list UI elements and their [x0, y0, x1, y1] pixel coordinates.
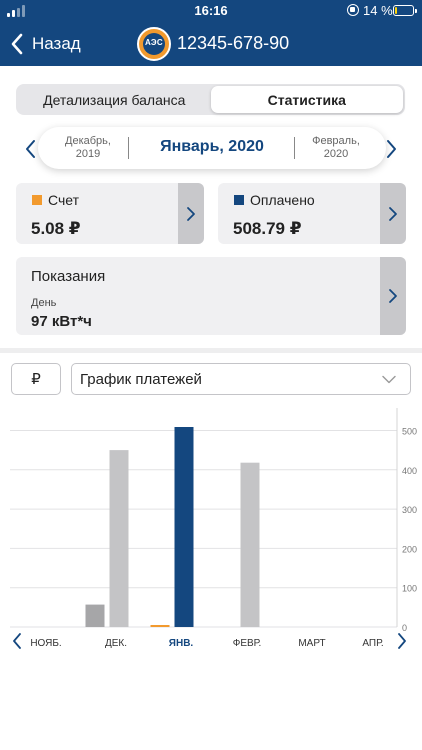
- paid-arrow: [380, 183, 406, 244]
- chart-type-select[interactable]: График платежей: [71, 363, 411, 395]
- bar: [109, 450, 129, 627]
- next-month-name: Февраль,: [312, 135, 360, 147]
- x-tick-label: ДЕК.: [105, 638, 127, 649]
- tab-balance-details[interactable]: Детализация баланса: [18, 86, 211, 113]
- battery-icon: [393, 5, 417, 16]
- bill-arrow: [178, 183, 204, 244]
- month-divider: [128, 137, 129, 159]
- chevron-down-icon: [382, 375, 396, 384]
- battery-level: [395, 7, 398, 14]
- chevron-right-icon: [187, 206, 195, 221]
- readings-card[interactable]: Показания День 97 кВт*ч: [16, 257, 406, 335]
- chevron-right-icon: [389, 206, 397, 221]
- tab-label: Детализация баланса: [43, 91, 186, 108]
- chart-next-chevron-icon[interactable]: [398, 633, 406, 649]
- orientation-lock-icon: [347, 4, 359, 16]
- bar: [85, 604, 105, 627]
- readings-title: Показания: [31, 268, 106, 285]
- x-tick-label: ЯНВ.: [169, 638, 194, 649]
- previous-month-name: Декабрь,: [65, 135, 111, 147]
- x-tick-label: НОЯБ.: [30, 638, 61, 649]
- currency-symbol: ₽: [31, 371, 41, 388]
- y-tick-label: 400: [402, 466, 417, 476]
- y-tick-label: 200: [402, 544, 417, 554]
- paid-label: Оплачено: [250, 192, 315, 208]
- paid-amount: 508.79 ₽: [233, 219, 302, 238]
- account-number: 12345-678-90: [177, 33, 290, 53]
- currency-button[interactable]: ₽: [11, 363, 61, 395]
- y-tick-label: 0: [402, 623, 407, 633]
- section-divider: [0, 348, 422, 353]
- x-tick-label: МАРТ: [298, 638, 325, 649]
- bill-amount: 5.08 ₽: [31, 219, 81, 238]
- previous-month-year: 2019: [75, 148, 101, 160]
- bar: [174, 427, 194, 627]
- chevron-right-icon: [387, 140, 396, 158]
- chart-type-value: График платежей: [80, 371, 202, 388]
- bill-card[interactable]: Счет 5.08 ₽: [16, 183, 204, 244]
- next-month-year: 2020: [323, 148, 349, 160]
- chevron-left-icon: [26, 140, 35, 158]
- bar: [240, 462, 260, 627]
- paid-color-marker: [234, 195, 244, 205]
- tab-bar: Детализация баланса Статистика: [16, 84, 405, 115]
- y-tick-label: 500: [402, 426, 417, 436]
- payments-chart: 0 100 200 300 400 500 НОЯБ. ДЕК. ЯНВ. ФЕВР. МАРТ АП…: [0, 400, 422, 660]
- tab-label: Статистика: [267, 91, 346, 108]
- bill-label: Счет: [48, 192, 79, 208]
- previous-month[interactable]: Декабрь, 2019: [38, 135, 138, 161]
- readings-value: 97 кВт*ч: [31, 313, 92, 330]
- next-month-button[interactable]: [384, 138, 398, 160]
- back-button[interactable]: Назад: [10, 31, 81, 57]
- back-label: Назад: [32, 34, 81, 53]
- month-picker: Декабрь, 2019 Январь, 2020 Февраль, 2020: [38, 127, 386, 169]
- previous-month-button[interactable]: [24, 138, 38, 160]
- paid-card[interactable]: Оплачено 508.79 ₽: [218, 183, 406, 244]
- readings-tariff: День: [31, 297, 57, 309]
- company-logo: АЭС: [137, 27, 171, 61]
- current-month: Январь, 2020: [160, 138, 264, 155]
- chart-previous-chevron-icon[interactable]: [13, 633, 21, 649]
- bar: [150, 625, 170, 627]
- tab-statistics[interactable]: Статистика: [210, 86, 403, 113]
- x-tick-label: ФЕВР.: [233, 638, 262, 649]
- readings-arrow: [380, 257, 406, 335]
- y-tick-label: 100: [402, 584, 417, 594]
- x-tick-label: АПР.: [362, 638, 383, 649]
- top-bar: 16:16 14 % Назад АЭС 12345-678-90: [0, 0, 422, 66]
- status-bar: 16:16 14 %: [0, 0, 422, 22]
- battery-percent: 14 %: [363, 3, 393, 18]
- y-tick-label: 300: [402, 505, 417, 515]
- chevron-left-icon: [11, 33, 23, 55]
- logo-text: АЭС: [145, 38, 163, 47]
- bill-color-marker: [32, 195, 42, 205]
- payments-chart-svg: 0 100 200 300 400 500 НОЯБ. ДЕК. ЯНВ. ФЕВР. МАРТ АП…: [10, 408, 417, 649]
- next-month[interactable]: Февраль, 2020: [286, 135, 386, 161]
- chevron-right-icon: [389, 289, 397, 303]
